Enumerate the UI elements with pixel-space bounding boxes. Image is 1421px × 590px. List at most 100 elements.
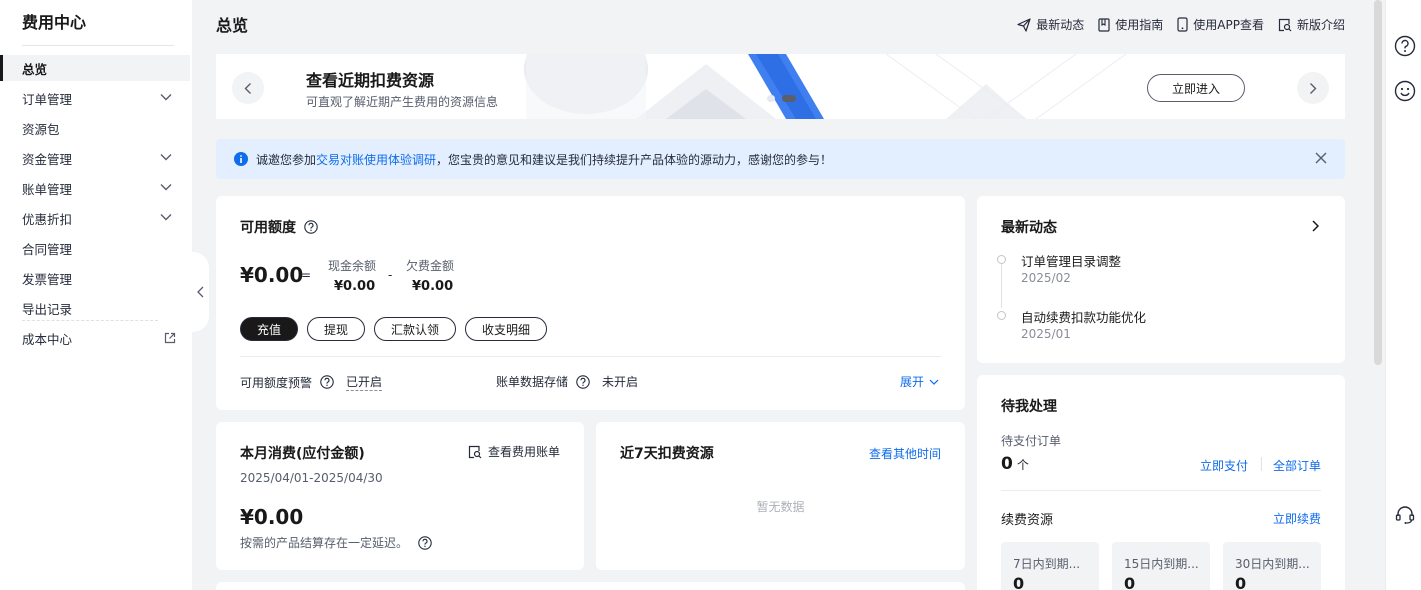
pay-now-link[interactable]: 立即支付 bbox=[1200, 457, 1248, 474]
all-orders-link[interactable]: 全部订单 bbox=[1273, 457, 1321, 474]
app-link[interactable]: 使用APP查看 bbox=[1177, 16, 1264, 33]
sidebar-item-invoices[interactable]: 发票管理 bbox=[0, 265, 190, 291]
sidebar-item-resource-pack[interactable]: 资源包 bbox=[0, 115, 190, 141]
settlement-note: 按需的产品结算存在一定延迟。 bbox=[240, 536, 409, 550]
quota-card: 可用额度 ¥0.00 = 现金余额 ¥0.00 - 欠费金额 ¥0.00 充值 … bbox=[216, 196, 965, 410]
sidebar-item-bills[interactable]: 账单管理 bbox=[0, 175, 190, 201]
sidebar-item-discounts[interactable]: 优惠折扣 bbox=[0, 205, 190, 231]
news-item-title[interactable]: 订单管理目录调整 bbox=[1021, 251, 1121, 270]
news-card: 最新动态 订单管理目录调整 2025/02 自动续费扣款功能优化 2025/01 bbox=[977, 196, 1345, 363]
quota-warning-status[interactable]: 已开启 bbox=[346, 373, 383, 391]
link-divider bbox=[1261, 457, 1262, 471]
sidebar-item-contracts[interactable]: 合同管理 bbox=[0, 235, 190, 261]
expand-label: 展开 bbox=[899, 375, 924, 389]
feedback-smile-icon[interactable] bbox=[1394, 80, 1416, 102]
quota-warning-label: 可用额度预警 bbox=[240, 375, 313, 390]
quota-title: 可用额度 bbox=[240, 220, 296, 236]
pending-orders-unit: 个 bbox=[1016, 458, 1029, 472]
banner-next-button[interactable] bbox=[1297, 72, 1329, 104]
help-icon[interactable] bbox=[1394, 35, 1416, 57]
news-link[interactable]: 最新动态 bbox=[1017, 16, 1084, 33]
expiry-value: 0 bbox=[1013, 574, 1025, 590]
todo-title: 待我处理 bbox=[1001, 399, 1057, 415]
bill-storage-status: 未开启 bbox=[602, 375, 639, 389]
monthly-title: 本月消费(应付金额) bbox=[240, 446, 365, 462]
view-bill-link[interactable]: 查看费用账单 bbox=[468, 443, 560, 460]
recharge-button[interactable]: 充值 bbox=[240, 317, 299, 341]
expiry-box-15d[interactable]: 15日内到期... 0 bbox=[1112, 542, 1210, 590]
right-rail bbox=[1385, 0, 1421, 590]
quota-divider bbox=[240, 356, 941, 357]
mobile-icon bbox=[1177, 17, 1188, 32]
new-version-link[interactable]: 新版介绍 bbox=[1278, 16, 1345, 33]
sidebar-separator bbox=[22, 320, 158, 321]
banner-subtitle: 可直观了解近期产生费用的资源信息 bbox=[306, 95, 499, 109]
sidebar-item-label: 订单管理 bbox=[22, 91, 73, 107]
new-version-link-label: 新版介绍 bbox=[1296, 18, 1345, 32]
withdraw-button[interactable]: 提现 bbox=[307, 317, 366, 341]
chevron-right-icon bbox=[1309, 82, 1317, 95]
expiry-value: 0 bbox=[1235, 574, 1247, 590]
chevron-down-icon bbox=[929, 379, 939, 385]
expiry-box-7d[interactable]: 7日内到期... 0 bbox=[1001, 542, 1099, 590]
help-icon[interactable] bbox=[418, 535, 432, 550]
sidebar-item-cost-center[interactable]: 成本中心 bbox=[0, 325, 190, 351]
renew-now-link[interactable]: 立即续费 bbox=[1273, 510, 1321, 527]
sidebar-title: 费用中心 bbox=[22, 13, 87, 32]
timeline-dot bbox=[997, 311, 1006, 320]
sidebar-item-label: 总览 bbox=[22, 61, 48, 77]
bottom-card bbox=[216, 582, 965, 590]
help-icon[interactable] bbox=[576, 374, 590, 389]
sidebar-item-overview[interactable]: 总览 bbox=[0, 55, 190, 81]
help-icon[interactable] bbox=[304, 220, 318, 234]
remittance-claim-button[interactable]: 汇款认领 bbox=[374, 317, 457, 341]
cash-balance-value: ¥0.00 bbox=[334, 279, 376, 294]
expiry-box-30d[interactable]: 30日内到期... 0 bbox=[1223, 542, 1321, 590]
sidebar-item-label: 导出记录 bbox=[22, 301, 73, 317]
survey-link[interactable]: 交易对账使用体验调研 bbox=[316, 151, 436, 168]
banner-prev-button[interactable] bbox=[232, 72, 264, 104]
page-scrollbar[interactable] bbox=[1374, 0, 1382, 365]
news-item-date: 2025/02 bbox=[1021, 271, 1071, 285]
sidebar-item-label: 账单管理 bbox=[22, 181, 73, 197]
chevron-right-icon[interactable] bbox=[1312, 220, 1319, 232]
banner-illustration bbox=[524, 54, 1127, 119]
close-icon[interactable] bbox=[1315, 152, 1327, 164]
app-link-label: 使用APP查看 bbox=[1193, 18, 1264, 32]
sidebar-item-exports[interactable]: 导出记录 bbox=[0, 295, 190, 321]
guide-link[interactable]: 使用指南 bbox=[1098, 16, 1163, 33]
sidebar-item-orders[interactable]: 订单管理 bbox=[0, 85, 190, 111]
send-icon bbox=[1017, 17, 1031, 32]
info-icon bbox=[234, 152, 248, 166]
monthly-amount: ¥0.00 bbox=[240, 505, 304, 529]
monthly-card: 本月消费(应付金额) 查看费用账单 2025/04/01-2025/04/30 … bbox=[216, 422, 584, 570]
notice-prefix: 诚邀您参加 bbox=[256, 152, 317, 167]
bill-storage-label: 账单数据存储 bbox=[496, 375, 569, 389]
timeline-line bbox=[1001, 262, 1002, 308]
expiry-label: 30日内到期... bbox=[1235, 557, 1310, 571]
view-bill-label: 查看费用账单 bbox=[487, 445, 560, 459]
todo-divider bbox=[1001, 490, 1321, 491]
notice-suffix: ，您宝贵的意见和建议是我们持续提升产品体验的源动力，感谢您的参与！ bbox=[436, 152, 833, 167]
other-time-link[interactable]: 查看其他时间 bbox=[869, 445, 941, 462]
renew-resources-label: 续费资源 bbox=[1001, 513, 1054, 528]
chevron-down-icon bbox=[160, 213, 172, 221]
news-item-title[interactable]: 自动续费扣款功能优化 bbox=[1021, 307, 1146, 326]
sidebar-divider bbox=[22, 45, 174, 46]
debt-value: ¥0.00 bbox=[412, 279, 454, 294]
carousel-dot-active[interactable] bbox=[782, 95, 796, 102]
pending-orders-count: 0 bbox=[1001, 454, 1013, 474]
sidebar-item-funds[interactable]: 资金管理 bbox=[0, 145, 190, 171]
banner-enter-button[interactable]: 立即进入 bbox=[1147, 74, 1245, 102]
transaction-details-button[interactable]: 收支明细 bbox=[465, 317, 548, 341]
sidebar-collapse-button[interactable] bbox=[192, 252, 209, 332]
expand-button[interactable]: 展开 bbox=[900, 373, 939, 390]
guide-link-label: 使用指南 bbox=[1115, 18, 1164, 32]
customer-service-icon[interactable] bbox=[1394, 504, 1416, 526]
banner-title: 查看近期扣费资源 bbox=[306, 71, 435, 90]
chevron-down-icon bbox=[160, 93, 172, 101]
help-icon[interactable] bbox=[320, 375, 334, 389]
sidebar: 费用中心 总览 订单管理 资源包 资金管理 账单管理 优惠折扣 合同管理 发票管… bbox=[0, 0, 192, 590]
sidebar-item-label: 资源包 bbox=[22, 121, 60, 137]
carousel-dot[interactable] bbox=[767, 95, 775, 102]
